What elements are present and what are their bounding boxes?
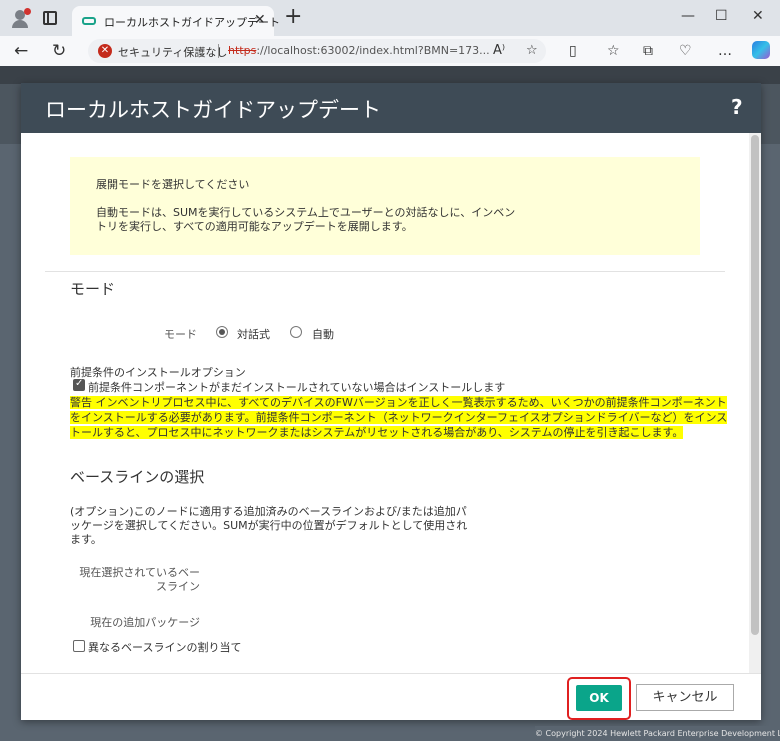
info-line-2: 自動モードは、SUMを実行しているシステム上でユーザーとの対話なしに、インベント… [96, 206, 516, 233]
maximize-icon[interactable]: ☐ [715, 8, 728, 24]
refresh-icon[interactable]: ↻ [52, 41, 66, 61]
url-rest: ://localhost:63002/index.html?BMN=173... [256, 44, 490, 57]
dialog-body: 展開モードを選択してください 自動モードは、SUMを実行しているシステム上でユー… [21, 133, 749, 673]
not-secure-icon[interactable]: ✕ [98, 44, 112, 58]
mode-auto-label[interactable]: 自動 [312, 326, 334, 342]
info-box: 展開モードを選択してください 自動モードは、SUMを実行しているシステム上でユー… [70, 157, 700, 255]
url-scheme: https [228, 44, 257, 57]
tab-favicon-icon [82, 17, 96, 25]
browser-tab[interactable]: ローカルホストガイドアップデート ✕ [72, 6, 280, 36]
address-bar-row: ← ↻ ✕ セキュリティ保護なし https://localhost:63002… [0, 36, 780, 66]
localhost-update-dialog: ローカルホストガイドアップデート ? 展開モードを選択してください 自動モードは… [21, 83, 761, 720]
mode-label: モード [164, 328, 197, 341]
profile-icon[interactable] [10, 8, 31, 28]
browser-essentials-icon[interactable]: ♡ [679, 43, 692, 59]
dialog-footer: OK キャンセル [21, 673, 761, 720]
collections-icon[interactable]: ⧉ [643, 43, 653, 59]
scroll-thumb[interactable] [751, 135, 759, 635]
favorites-icon[interactable]: ☆ [607, 43, 620, 59]
mode-auto-radio[interactable] [290, 326, 302, 338]
baseline-section-title: ベースラインの選択 [70, 468, 205, 486]
prereq-title: 前提条件のインストールオプション [70, 366, 246, 379]
different-baseline-label[interactable]: 異なるベースラインの割り当て [88, 639, 241, 655]
prereq-checkbox-label[interactable]: 前提条件コンポーネントがまだインストールされていない場合はインストールします [88, 379, 505, 395]
more-menu-icon[interactable]: … [718, 43, 732, 59]
url-box[interactable]: ✕ セキュリティ保護なし https://localhost:63002/ind… [88, 39, 546, 63]
split-screen-icon[interactable]: ▯ [569, 43, 577, 59]
copilot-icon[interactable] [752, 41, 770, 59]
current-baseline-label: 現在選択されているベースライン [79, 566, 200, 593]
baseline-description: (オプション)このノードに適用する追加済みのベースラインおよび/または追加パッケ… [70, 505, 468, 546]
warning-text: 警告 インベントリプロセス中に、すべてのデバイスのFWバージョンを正しく一覧表示… [70, 395, 730, 440]
tab-close-icon[interactable]: ✕ [254, 12, 266, 28]
mode-section-title: モード [70, 280, 116, 298]
browser-tab-bar: ローカルホストガイドアップデート ✕ + — ☐ ✕ [0, 0, 780, 36]
url-text[interactable]: https://localhost:63002/index.html?BMN=1… [228, 44, 490, 57]
dialog-scrollbar[interactable] [749, 133, 761, 673]
help-icon[interactable]: ? [731, 95, 743, 119]
minimize-icon[interactable]: — [681, 8, 695, 24]
new-tab-icon[interactable]: + [284, 5, 302, 29]
mode-interactive-label[interactable]: 対話式 [237, 326, 270, 342]
dialog-title: ローカルホストガイドアップデート [45, 98, 381, 122]
tab-actions-icon[interactable] [43, 11, 57, 25]
prereq-checkbox[interactable] [73, 378, 85, 391]
ok-button[interactable]: OK [576, 685, 622, 711]
copyright-text: © Copyright 2024 Hewlett Packard Enterpr… [535, 726, 780, 741]
window-close-icon[interactable]: ✕ [752, 8, 764, 24]
read-aloud-icon[interactable]: A⁾ [493, 43, 505, 58]
security-text[interactable]: セキュリティ保護なし [118, 44, 227, 60]
back-icon[interactable]: ← [14, 41, 28, 61]
warning-highlight: 警告 インベントリプロセス中に、すべてのデバイスのFWバージョンを正しく一覧表示… [70, 396, 728, 439]
cancel-button[interactable]: キャンセル [636, 684, 734, 711]
url-separator [218, 44, 219, 58]
different-baseline-checkbox[interactable] [73, 640, 85, 652]
current-packages-label: 現在の追加パッケージ [90, 616, 200, 629]
mode-interactive-radio[interactable] [216, 326, 228, 338]
dialog-header: ローカルホストガイドアップデート ? [21, 83, 761, 133]
favorite-star-icon[interactable]: ☆ [526, 43, 538, 58]
divider [45, 271, 725, 272]
app-header [0, 66, 780, 84]
info-line-1: 展開モードを選択してください [96, 178, 250, 191]
